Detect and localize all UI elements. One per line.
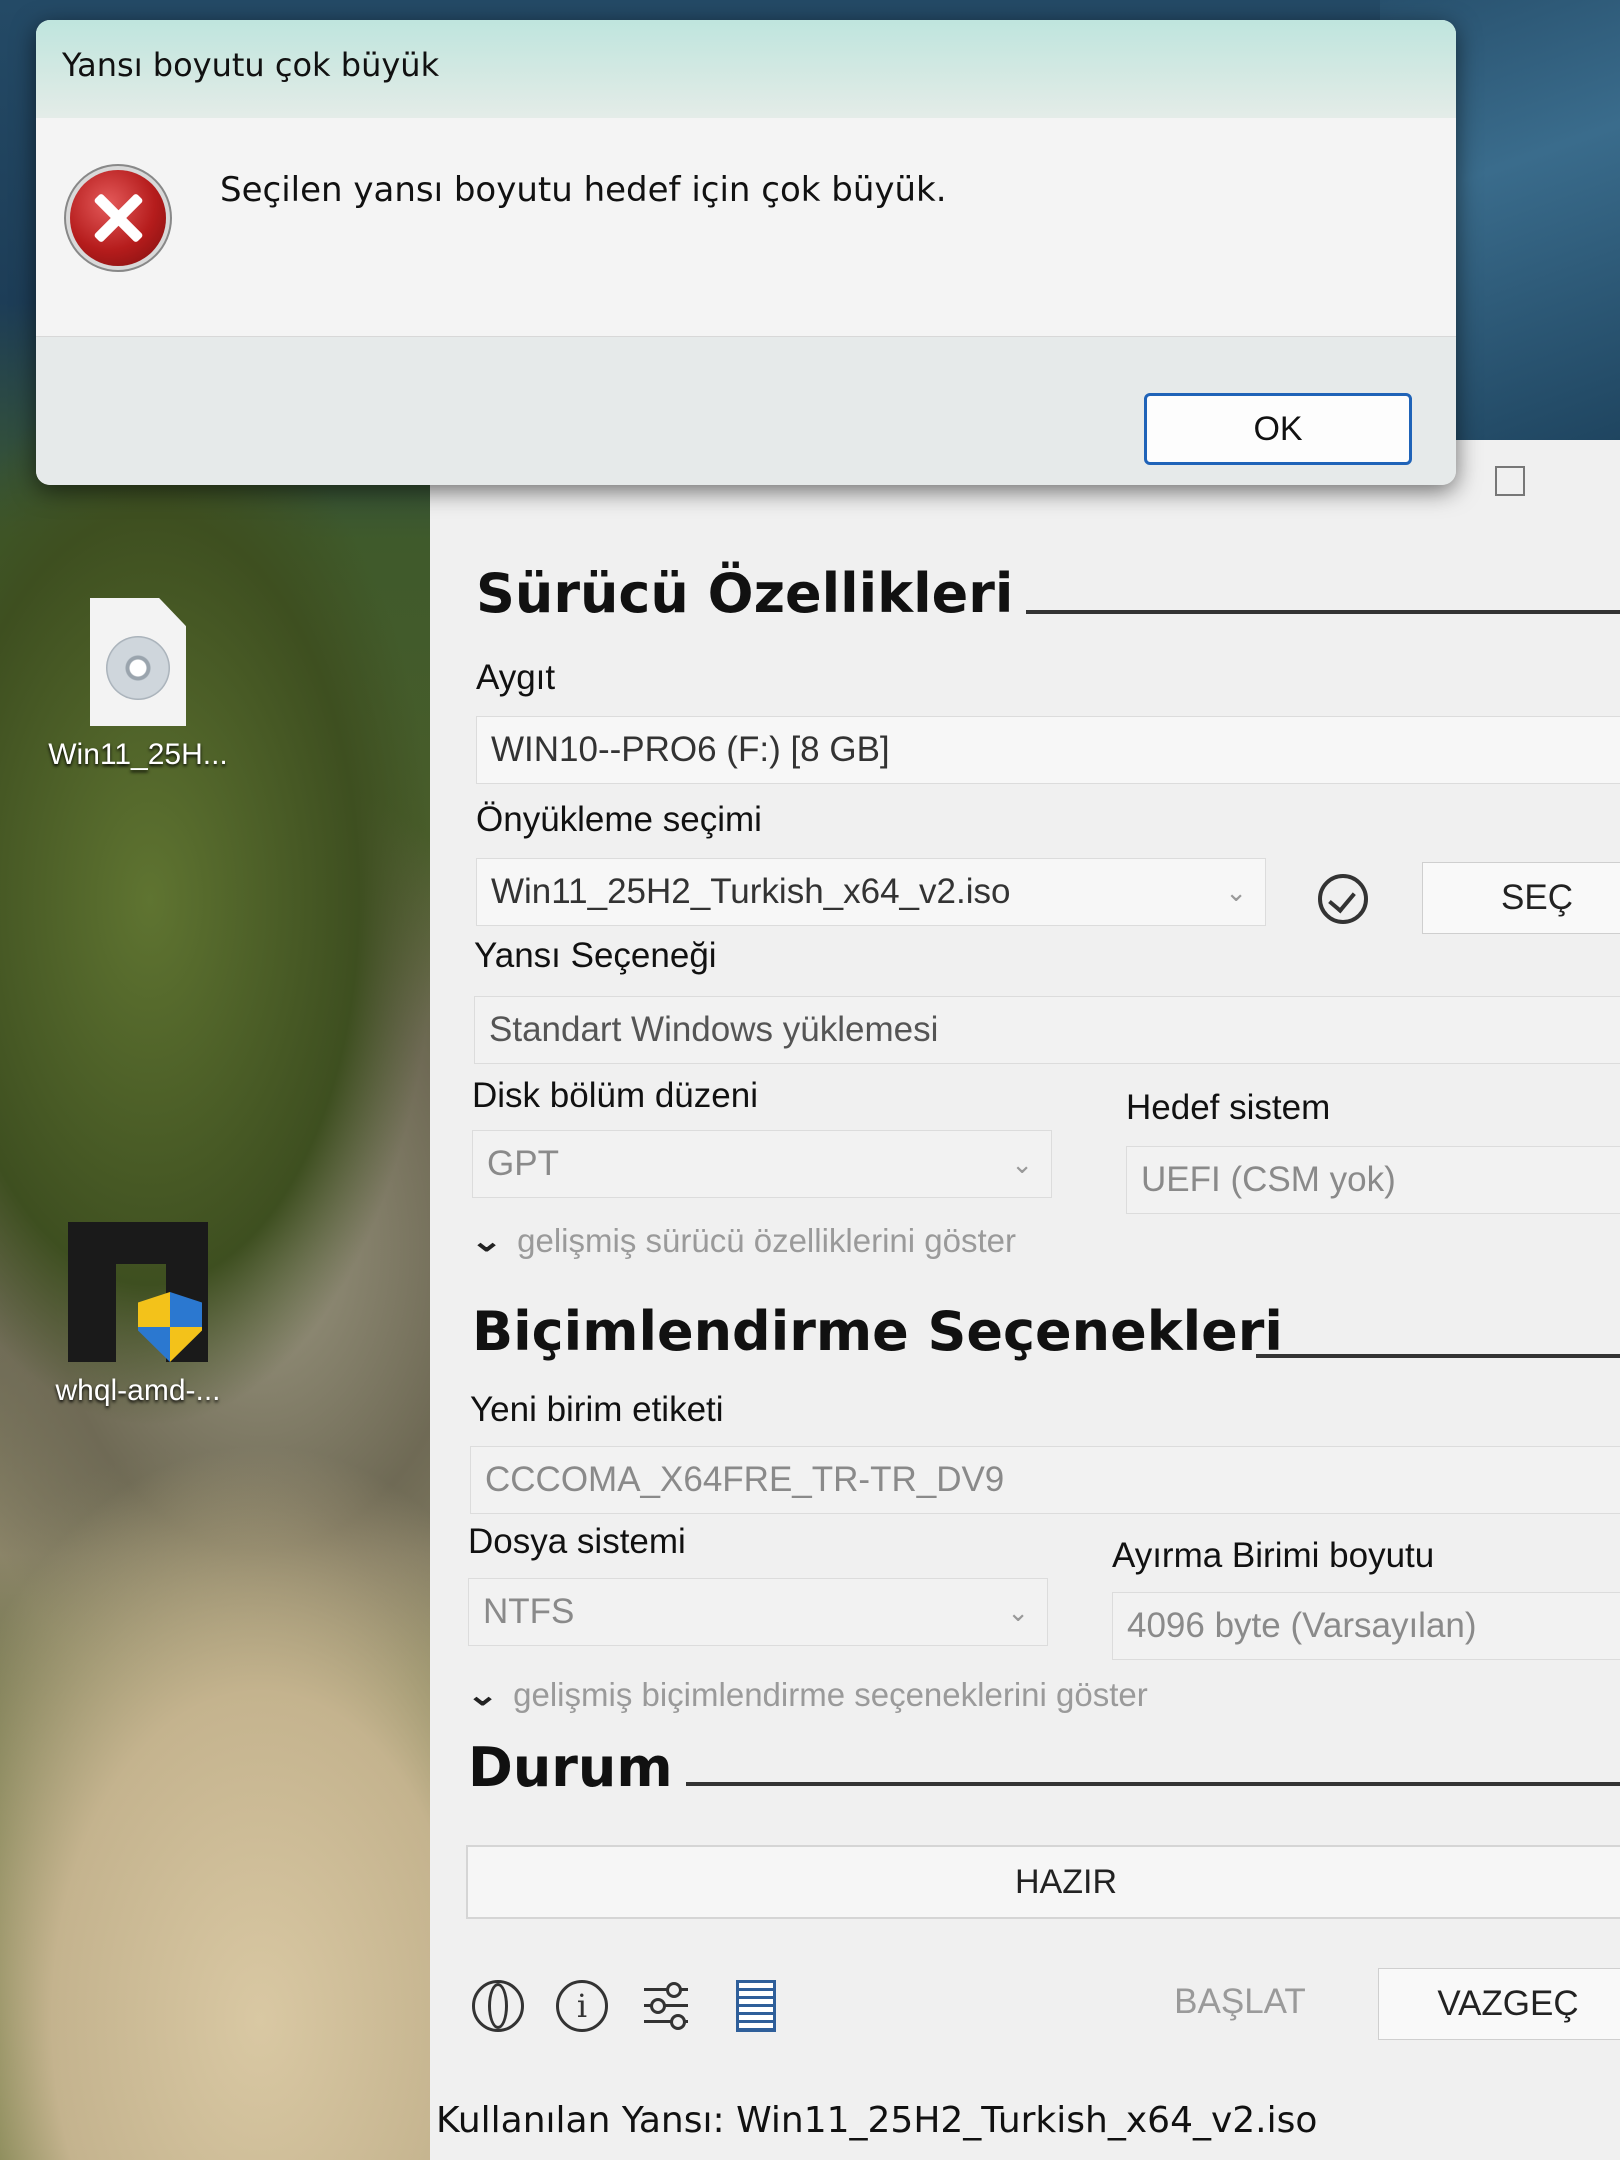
desktop-icon-amd[interactable]: whql-amd-... [48,1222,228,1408]
partition-scheme-label: Disk bölüm düzeni [472,1076,758,1115]
file-system-dropdown[interactable]: NTFS ⌄ [468,1578,1048,1646]
dialog-body: Seçilen yansı boyutu hedef için çok büyü… [36,118,1456,336]
target-system-label: Hedef sistem [1126,1088,1331,1127]
rufus-window: Sürücü Özellikleri Aygıt WIN10--PRO6 (F:… [430,440,1620,2160]
error-dialog: Yansı boyutu çok büyük Seçilen yansı boy… [36,20,1456,485]
log-icon[interactable] [736,1980,776,2032]
section-title-format: Biçimlendirme Seçenekleri [472,1300,1283,1363]
volume-label-value: CCCOMA_X64FRE_TR-TR_DV9 [485,1460,1005,1499]
maximize-icon[interactable] [1495,466,1525,496]
boot-selection-label: Önyükleme seçimi [476,800,762,839]
status-progress-bar: HAZIR [466,1845,1620,1919]
dialog-footer: OK [36,336,1456,485]
settings-icon[interactable] [642,1980,694,2032]
device-dropdown[interactable]: WIN10--PRO6 (F:) [8 GB] [476,716,1620,784]
desktop-icon-iso[interactable]: Win11_25H... [48,598,228,772]
target-system-value: UEFI (CSM yok) [1141,1160,1396,1199]
desktop-icon-label: whql-amd-... [55,1374,221,1407]
target-system-dropdown[interactable]: UEFI (CSM yok) [1126,1146,1620,1214]
globe-icon[interactable] [472,1980,524,2032]
desktop-icon-label: Win11_25H... [48,738,228,771]
cluster-size-dropdown[interactable]: 4096 byte (Varsayılan) [1112,1592,1620,1660]
disc-image-file-icon [90,598,186,726]
image-option-value: Standart Windows yüklemesi [489,1010,939,1049]
cluster-size-value: 4096 byte (Varsayılan) [1127,1606,1477,1645]
section-title-drive: Sürücü Özellikleri [476,562,1014,625]
advanced-format-toggle[interactable]: ⌄ gelişmiş biçimlendirme seçeneklerini g… [466,1676,1148,1714]
chevron-down-icon: ⌄ [470,1224,503,1258]
advanced-format-toggle-label: gelişmiş biçimlendirme seçeneklerini gös… [513,1676,1148,1713]
cancel-button[interactable]: VAZGEÇ [1378,1968,1620,2040]
volume-label-input[interactable]: CCCOMA_X64FRE_TR-TR_DV9 [470,1446,1620,1514]
partition-scheme-dropdown[interactable]: GPT ⌄ [472,1130,1052,1198]
chevron-down-icon: ⌄ [1011,1149,1033,1179]
chevron-down-icon: ⌄ [1007,1597,1029,1627]
section-divider [1026,610,1620,614]
info-icon[interactable]: i [556,1980,608,2032]
status-footer-text: Kullanılan Yansı: Win11_25H2_Turkish_x64… [436,2100,1318,2141]
device-value: WIN10--PRO6 (F:) [8 GB] [491,730,890,769]
dialog-title: Yansı boyutu çok büyük [36,20,1456,118]
file-system-value: NTFS [483,1592,575,1631]
section-divider [686,1782,1620,1786]
amd-installer-icon [68,1222,208,1362]
volume-label-label: Yeni birim etiketi [470,1390,724,1429]
image-option-label: Yansı Seçeneği [474,936,717,975]
boot-selection-value: Win11_25H2_Turkish_x64_v2.iso [491,872,1011,911]
section-divider [1256,1354,1620,1358]
cluster-size-label: Ayırma Birimi boyutu [1112,1536,1435,1575]
device-label: Aygıt [476,658,556,697]
image-option-dropdown[interactable]: Standart Windows yüklemesi [474,996,1620,1064]
boot-selection-dropdown[interactable]: Win11_25H2_Turkish_x64_v2.iso ⌄ [476,858,1266,926]
advanced-drive-toggle-label: gelişmiş sürücü özelliklerini göster [517,1222,1016,1259]
partition-scheme-value: GPT [487,1144,559,1183]
ok-button[interactable]: OK [1144,393,1412,465]
advanced-drive-toggle[interactable]: ⌄ gelişmiş sürücü özelliklerini göster [470,1222,1016,1260]
error-icon [70,170,166,266]
select-button[interactable]: SEÇ [1422,862,1620,934]
dialog-message: Seçilen yansı boyutu hedef için çok büyü… [220,170,947,210]
chevron-down-icon: ⌄ [466,1678,499,1712]
chevron-down-icon: ⌄ [1225,877,1247,907]
section-title-status: Durum [468,1736,673,1799]
file-system-label: Dosya sistemi [468,1522,686,1561]
checksum-icon[interactable] [1318,874,1368,924]
status-text: HAZIR [1015,1863,1117,1901]
start-button[interactable]: BAŞLAT [1100,1966,1380,2038]
